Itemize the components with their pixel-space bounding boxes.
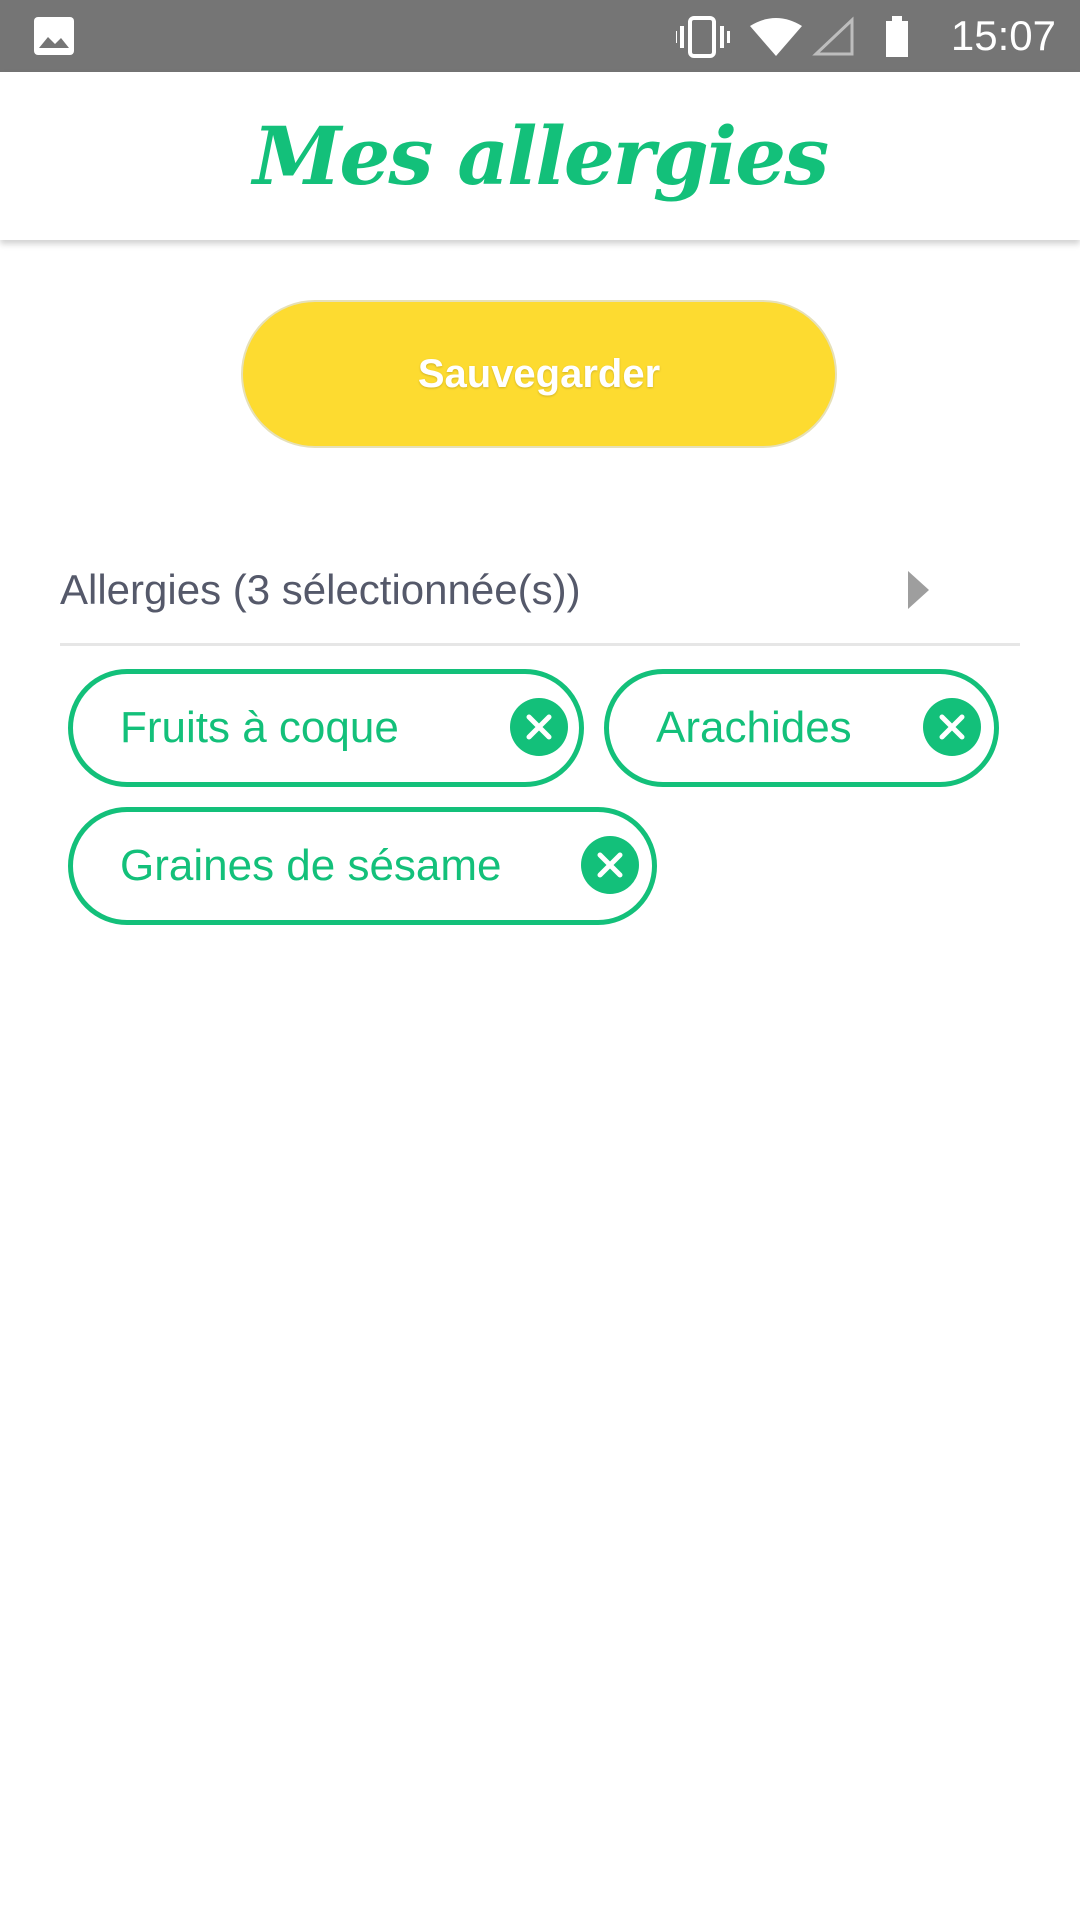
allergy-selector[interactable]: Allergies (3 sélectionnée(s)) xyxy=(60,530,1020,646)
chevron-right-icon xyxy=(908,571,929,609)
chip-label: Fruits à coque xyxy=(120,703,399,752)
battery-icon xyxy=(886,16,908,57)
close-icon[interactable] xyxy=(581,836,639,894)
app-bar: Mes allergies xyxy=(0,72,1080,240)
allergy-chip: Fruits à coque xyxy=(68,669,584,787)
allergy-chip: Arachides xyxy=(604,669,999,787)
chip-label: Arachides xyxy=(656,703,852,752)
close-icon[interactable] xyxy=(510,698,568,756)
wifi-icon xyxy=(750,18,802,56)
gallery-icon xyxy=(34,17,74,55)
status-bar: 15:07 xyxy=(0,0,1080,72)
allergy-chip: Graines de sésame xyxy=(68,807,657,925)
chip-label: Graines de sésame xyxy=(120,841,502,890)
allergy-selector-label: Allergies (3 sélectionnée(s)) xyxy=(60,566,581,613)
save-button[interactable]: Sauvegarder xyxy=(241,300,837,448)
page-title: Mes allergies xyxy=(252,109,829,203)
close-icon[interactable] xyxy=(923,698,981,756)
vibrate-icon xyxy=(676,16,730,58)
cell-signal-icon xyxy=(812,16,854,56)
status-icons xyxy=(676,16,908,58)
status-time: 15:07 xyxy=(950,12,1056,59)
